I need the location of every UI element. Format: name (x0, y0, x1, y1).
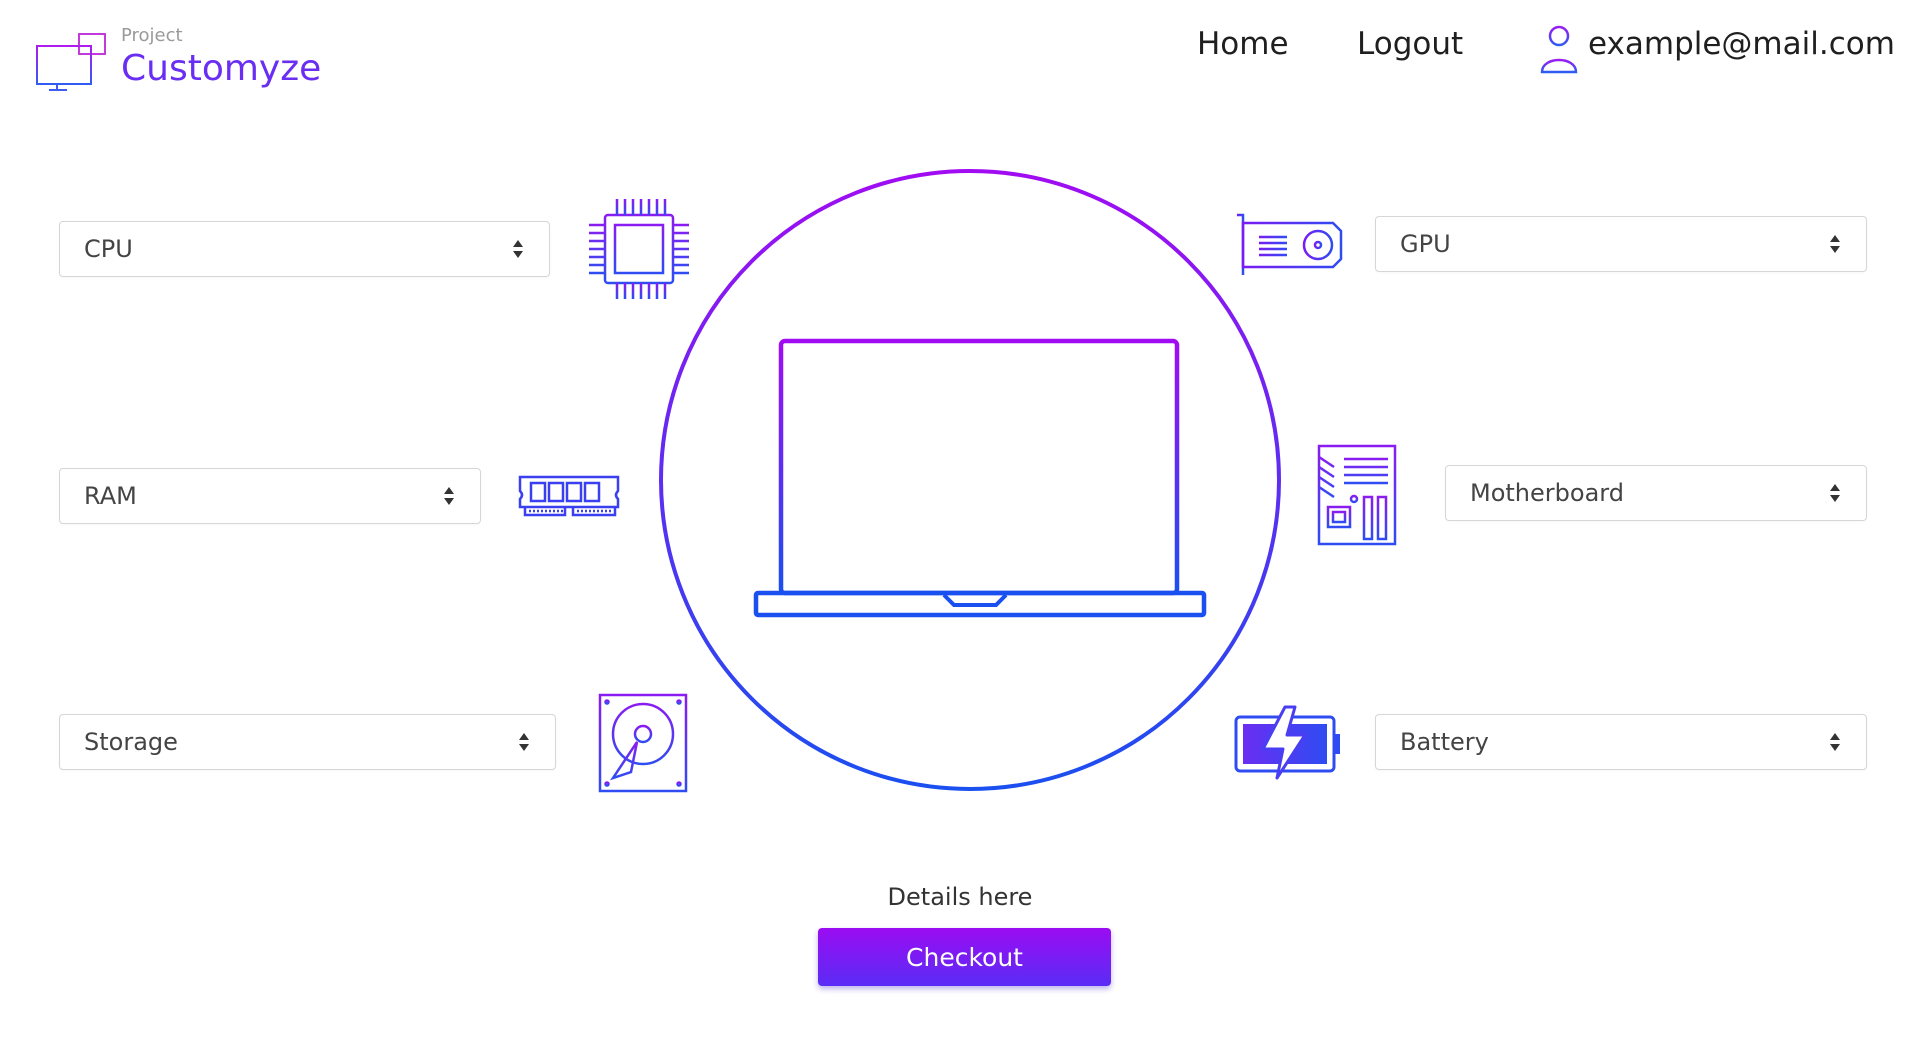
motherboard-icon (1317, 444, 1397, 546)
details-text: Details here (887, 883, 1033, 911)
ram-select-value: RAM (84, 482, 137, 510)
monitors-logo-icon (36, 33, 106, 91)
checkout-button[interactable]: Checkout (818, 928, 1111, 986)
sort-caret-icon (1830, 235, 1840, 253)
cpu-select[interactable]: CPU (59, 221, 550, 277)
sort-caret-icon (1830, 733, 1840, 751)
gpu-select-value: GPU (1400, 230, 1451, 258)
laptop-icon (753, 338, 1207, 618)
nav-user-email[interactable]: example@mail.com (1588, 26, 1895, 62)
brand-name: Customyze (121, 48, 322, 89)
ram-select[interactable]: RAM (59, 468, 481, 524)
motherboard-select[interactable]: Motherboard (1445, 465, 1867, 521)
nav-logout-link[interactable]: Logout (1357, 26, 1463, 62)
storage-select-value: Storage (84, 728, 178, 756)
ram-module-icon (518, 475, 620, 517)
sort-caret-icon (513, 240, 523, 258)
laptop-circle-illustration (659, 169, 1281, 791)
sort-caret-icon (519, 733, 529, 751)
battery-select[interactable]: Battery (1375, 714, 1867, 770)
motherboard-select-value: Motherboard (1470, 479, 1624, 507)
user-icon[interactable] (1534, 22, 1584, 76)
brand-project-label: Project (121, 25, 183, 46)
sort-caret-icon (1830, 484, 1840, 502)
battery-select-value: Battery (1400, 728, 1489, 756)
cpu-select-value: CPU (84, 235, 133, 263)
nav-home-link[interactable]: Home (1197, 26, 1289, 62)
storage-select[interactable]: Storage (59, 714, 556, 770)
gpu-select[interactable]: GPU (1375, 216, 1867, 272)
sort-caret-icon (444, 487, 454, 505)
